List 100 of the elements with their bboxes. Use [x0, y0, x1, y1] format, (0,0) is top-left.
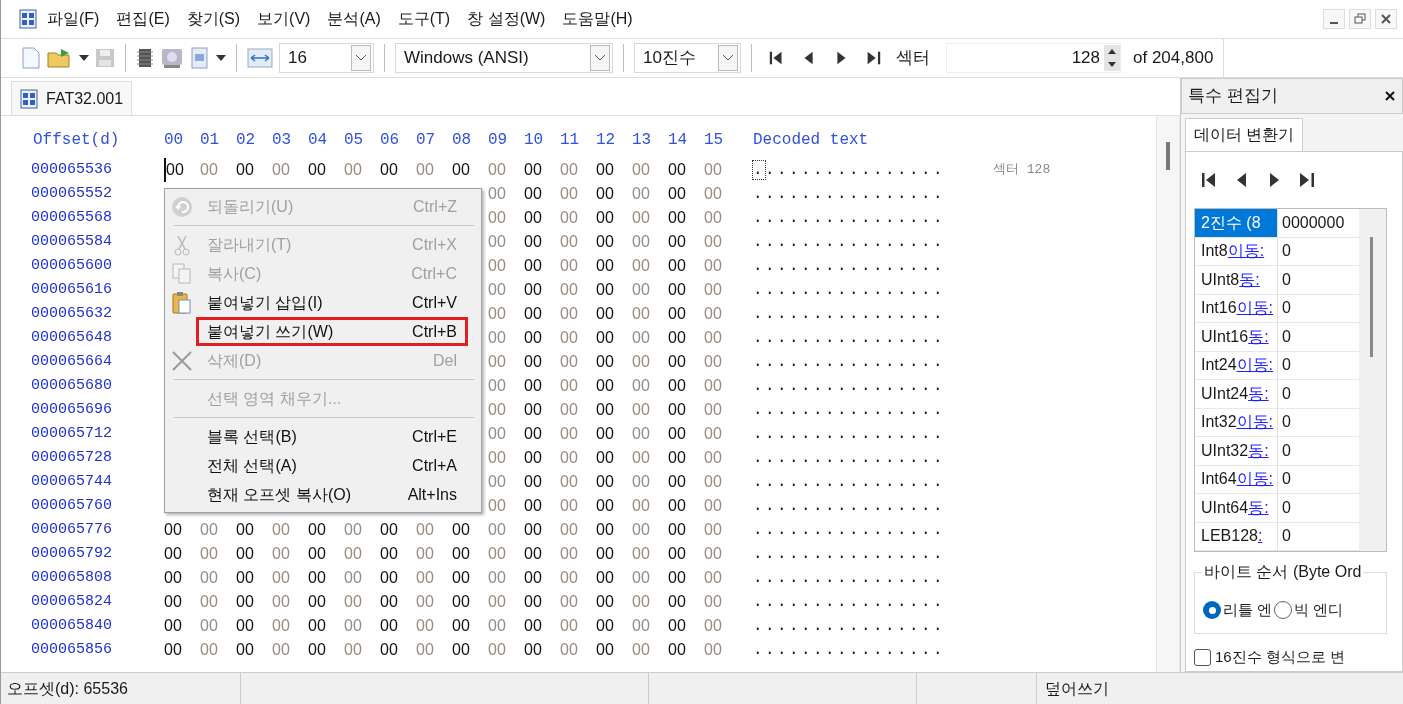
- hex-byte: 00: [308, 592, 326, 612]
- dropdown-caret-icon[interactable]: [79, 55, 89, 61]
- hex-byte: 00: [560, 304, 578, 324]
- charset-dropdown[interactable]: Windows (ANSI): [395, 43, 613, 73]
- go-to-link[interactable]: 동:: [1248, 495, 1269, 520]
- hex-byte: 00: [488, 400, 506, 420]
- hex-byte: 00: [524, 424, 542, 444]
- hex-byte: 00: [524, 232, 542, 252]
- hex-byte: 00: [200, 520, 218, 540]
- menu-item[interactable]: 보기(V): [257, 7, 311, 31]
- row-offset: 000065744: [30, 471, 113, 492]
- hex-byte: 00: [596, 280, 614, 300]
- offset-header: Offset(d): [32, 130, 121, 151]
- field-label[interactable]: Int8이동:: [1195, 237, 1277, 265]
- hex-byte: 00: [668, 184, 686, 204]
- checkbox-label: 16진수 형식으로 변: [1215, 647, 1346, 667]
- hex-byte: 00: [596, 592, 614, 612]
- offset-base-dropdown[interactable]: 10진수: [634, 43, 741, 73]
- hex-byte: 00: [560, 376, 578, 396]
- hex-byte: 00: [488, 232, 506, 252]
- row-offset: 000065568: [30, 207, 113, 228]
- menu-item[interactable]: 편집(E): [116, 7, 170, 31]
- column-header: 00: [164, 130, 185, 151]
- go-to-link[interactable]: 이동:: [1236, 353, 1274, 378]
- hex-byte: 00: [272, 544, 290, 564]
- disk-icon[interactable]: [160, 47, 184, 69]
- chevron-down-icon: [594, 54, 606, 62]
- hex-byte: 00: [596, 232, 614, 252]
- hex-byte: 00: [596, 400, 614, 420]
- row-offset: 000065792: [30, 543, 113, 564]
- menu-item[interactable]: 붙여넣기 쓰기(W) Ctrl+B: [196, 317, 468, 346]
- scrollbar[interactable]: [1156, 116, 1180, 672]
- row-offset: 000065552: [30, 183, 113, 204]
- menu-item[interactable]: 도구(T): [397, 7, 451, 31]
- field-label[interactable]: LEB128:: [1195, 522, 1277, 550]
- menu-item[interactable]: 붙여넣기 삽입(I) Ctrl+V: [196, 288, 468, 317]
- field-label[interactable]: UInt24동:: [1195, 380, 1277, 408]
- hex-byte: 00: [560, 568, 578, 588]
- hex-byte: 00: [524, 472, 542, 492]
- bytes-per-row-dropdown[interactable]: 16: [279, 43, 374, 73]
- field-label[interactable]: UInt32동:: [1195, 437, 1277, 465]
- column-header: 05: [344, 130, 365, 151]
- hex-byte: 00: [560, 352, 578, 372]
- hex-byte: 00: [704, 232, 722, 252]
- field-label[interactable]: UInt16동:: [1195, 323, 1277, 351]
- close-icon[interactable]: [1384, 90, 1396, 102]
- hex-byte: 00: [452, 160, 470, 180]
- menu-item[interactable]: 도움말(H): [562, 7, 633, 31]
- field-label[interactable]: Int24이동:: [1195, 351, 1277, 379]
- hex-byte: 00: [632, 400, 650, 420]
- radio-button[interactable]: [1274, 601, 1293, 619]
- menu-item[interactable]: 블록 선택(B) Ctrl+E: [196, 422, 468, 451]
- file-tab[interactable]: FAT32.001: [11, 81, 133, 115]
- hex-byte: 00: [344, 640, 362, 660]
- decoded-text: ................: [753, 472, 947, 493]
- go-to-link[interactable]: 이동:: [1236, 410, 1274, 435]
- decoded-text: ................: [753, 208, 947, 229]
- menu-item[interactable]: 파일(F): [47, 7, 100, 31]
- hex-byte: 00: [524, 160, 542, 180]
- field-label[interactable]: 2진수 (8: [1195, 209, 1277, 237]
- go-to-link[interactable]: 동:: [1248, 324, 1269, 349]
- go-to-link[interactable]: 동:: [1248, 381, 1269, 406]
- hex-byte: 00: [344, 616, 362, 636]
- hex-byte: 00: [704, 160, 722, 180]
- field-label[interactable]: Int16이동:: [1195, 294, 1277, 322]
- row-offset: 000065760: [30, 495, 113, 516]
- sector-field[interactable]: 128: [946, 43, 1121, 73]
- hex-byte: 00: [668, 256, 686, 276]
- menu-item[interactable]: 전체 선택(A) Ctrl+A: [196, 451, 468, 480]
- field-label[interactable]: UInt64동:: [1195, 494, 1277, 522]
- scrollbar[interactable]: [1359, 209, 1386, 551]
- dropdown-caret-icon[interactable]: [216, 55, 226, 61]
- chip-icon[interactable]: [136, 48, 154, 68]
- panel-tab[interactable]: 데이터 변환기: [1185, 118, 1304, 151]
- go-to-link[interactable]: 동:: [1248, 438, 1269, 463]
- spin-up-icon[interactable]: [1108, 49, 1116, 54]
- hex-byte: 00: [272, 616, 290, 636]
- open-folder-icon[interactable]: [47, 47, 73, 69]
- go-to-link[interactable]: 이동:: [1236, 467, 1274, 492]
- minimize-icon[interactable]: [1323, 9, 1345, 29]
- go-to-link[interactable]: 이동:: [1227, 239, 1265, 264]
- field-label[interactable]: Int64이동:: [1195, 465, 1277, 493]
- spin-down-icon[interactable]: [1108, 62, 1116, 67]
- field-label[interactable]: Int32이동:: [1195, 408, 1277, 436]
- radio-button[interactable]: [1203, 601, 1221, 619]
- go-to-link[interactable]: 이동:: [1236, 296, 1274, 321]
- menu-item[interactable]: 분석(A): [327, 7, 381, 31]
- checkbox[interactable]: [1194, 648, 1211, 666]
- go-to-link[interactable]: :: [1257, 524, 1263, 549]
- hex-byte: 00: [200, 568, 218, 588]
- width-arrows-icon[interactable]: [247, 48, 273, 68]
- hex-byte: 00: [164, 158, 184, 182]
- field-label[interactable]: UInt8동:: [1195, 266, 1277, 294]
- menu-item[interactable]: 찾기(S): [186, 7, 241, 31]
- go-to-link[interactable]: 동:: [1239, 267, 1260, 292]
- hex-byte: 00: [164, 592, 182, 612]
- column-header: 07: [416, 130, 437, 151]
- menu-item[interactable]: 창 설정(W): [467, 7, 546, 31]
- menu-item[interactable]: 현재 오프셋 복사(O) Alt+Ins: [196, 480, 468, 509]
- restore-icon[interactable]: [1349, 9, 1371, 29]
